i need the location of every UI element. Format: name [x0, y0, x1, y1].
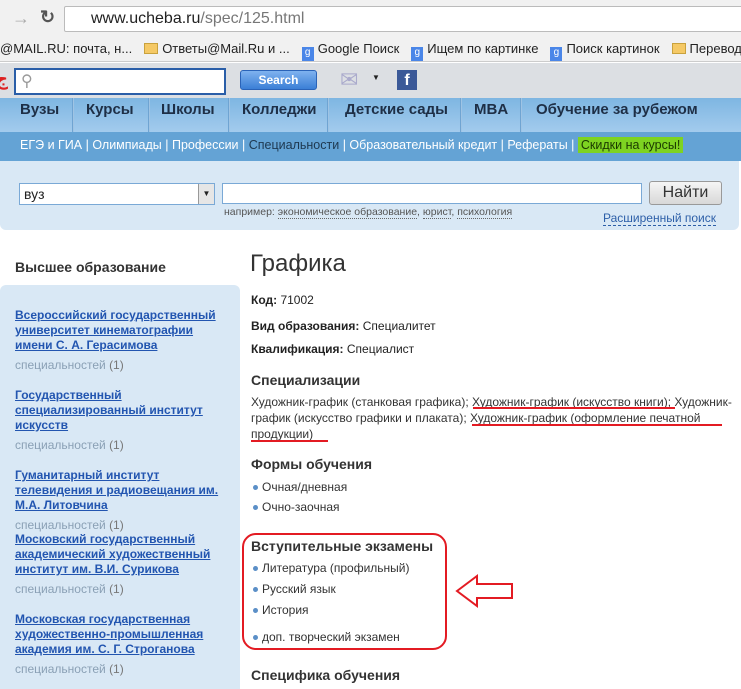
- bookmark-item[interactable]: @MAIL.RU: почта, н...: [0, 41, 132, 56]
- hint-link[interactable]: юрист: [422, 206, 452, 219]
- sidebar-item: Московский государственный академический…: [15, 532, 225, 596]
- toolbar-search-button[interactable]: Search: [240, 70, 317, 90]
- nav-divider: [327, 98, 329, 132]
- specialties-count[interactable]: специальностей (1): [15, 582, 225, 596]
- chevron-down-icon[interactable]: ▼: [372, 73, 380, 82]
- toolbar-search-input[interactable]: ⚲: [14, 68, 226, 95]
- sidebar-item: Московская государственная художественно…: [15, 612, 225, 676]
- specialties-count[interactable]: специальностей (1): [15, 358, 225, 372]
- list-item: Очная/дневная: [252, 480, 348, 494]
- page-title: Графика: [250, 250, 346, 277]
- list-item: Очно-заочная: [253, 500, 340, 514]
- annotation-underline: [473, 407, 675, 409]
- forms-heading: Формы обучения: [251, 456, 373, 472]
- sidebar-item: Всероссийский государственный университе…: [15, 308, 225, 372]
- reload-icon[interactable]: ↻: [40, 7, 55, 28]
- bookmark-item[interactable]: Перевод. Сло: [671, 41, 741, 56]
- field-education-type: Вид образования: Специалитет: [251, 319, 436, 333]
- specialties-count[interactable]: специальностей (1): [15, 662, 225, 676]
- nav-item[interactable]: Курсы: [86, 101, 134, 118]
- nav-item[interactable]: Обучение за рубежом: [536, 101, 698, 118]
- subnav-item[interactable]: Образовательный кредит: [349, 138, 497, 152]
- annotation-underline: [251, 440, 328, 442]
- google-icon: g: [550, 47, 563, 61]
- specialties-count[interactable]: специальностей (1): [15, 438, 225, 452]
- folder-icon: [144, 43, 159, 54]
- nav-divider: [460, 98, 462, 132]
- forward-icon[interactable]: →: [12, 8, 30, 29]
- type-select[interactable]: вуз ▼: [19, 183, 215, 205]
- nav-divider: [148, 98, 150, 132]
- institution-link[interactable]: Московская государственная художественно…: [15, 612, 225, 657]
- sidebar-item: Гуманитарный институт телевидения и ради…: [15, 468, 225, 532]
- subnav-item[interactable]: Олимпиады: [92, 138, 161, 152]
- advanced-search-link[interactable]: Расширенный поиск: [603, 211, 716, 226]
- bookmark-label: Ищем по картинке: [427, 41, 539, 56]
- annotation-underline: [472, 424, 722, 426]
- specialties-count[interactable]: специальностей (1): [15, 518, 225, 532]
- nav-item[interactable]: Детские сады: [345, 101, 448, 118]
- field-qualification: Квалификация: Специалист: [251, 342, 415, 356]
- specifics-heading: Специфика обучения: [251, 667, 401, 683]
- nav-divider: [72, 98, 74, 132]
- institution-link[interactable]: Всероссийский государственный университе…: [15, 308, 225, 353]
- sidebar-title: Высшее образование: [15, 259, 166, 275]
- search-query-input[interactable]: [222, 183, 642, 204]
- sidebar-item: Государственный специализированный инсти…: [15, 388, 225, 452]
- hint-link[interactable]: психология: [457, 206, 513, 219]
- nav-item[interactable]: Вузы: [20, 101, 59, 118]
- nav-item[interactable]: Школы: [161, 101, 215, 118]
- subnav-item[interactable]: Специальности: [249, 138, 339, 152]
- bookmark-item[interactable]: g Google Поиск: [301, 41, 400, 61]
- subnav-item[interactable]: Профессии: [172, 138, 239, 152]
- folder-icon: [671, 43, 686, 54]
- bookmark-label: Google Поиск: [317, 41, 400, 56]
- specializations-heading: Специализации: [251, 372, 361, 388]
- field-code: Код: 71002: [251, 293, 314, 307]
- annotation-oval: [242, 533, 447, 650]
- nav-divider: [520, 98, 522, 132]
- chevron-down-icon[interactable]: ▼: [198, 184, 214, 204]
- institution-link[interactable]: Государственный специализированный инсти…: [15, 388, 225, 433]
- hint-link[interactable]: экономическое образование: [277, 206, 418, 219]
- subnav-item[interactable]: Рефераты: [507, 138, 567, 152]
- bookmark-item[interactable]: Ответы@Mail.Ru и ...: [144, 41, 290, 56]
- subnav-item[interactable]: ЕГЭ и ГИА: [20, 138, 82, 152]
- browser-toolbar: → ↻ www.ucheba.ru/spec/125.html: [0, 0, 741, 36]
- google-icon: g: [411, 47, 424, 61]
- specializations-text: Художник-график (станковая графика); Худ…: [251, 395, 732, 441]
- find-button[interactable]: Найти: [649, 181, 722, 205]
- logo-icon: ج: [0, 69, 8, 89]
- annotation-arrow-icon: [455, 574, 513, 608]
- google-icon: g: [301, 47, 314, 61]
- search-icon: ⚲: [21, 73, 33, 90]
- address-bar[interactable]: www.ucheba.ru/spec/125.html: [64, 6, 741, 32]
- promo-link[interactable]: Скидки на курсы!: [577, 137, 684, 153]
- bookmark-item[interactable]: g Ищем по картинке: [411, 41, 538, 61]
- main-nav: Вузы Курсы Школы Колледжи Детские сады MBA Обу…: [0, 98, 741, 132]
- facebook-icon[interactable]: f: [397, 70, 417, 90]
- nav-divider: [228, 98, 230, 132]
- bookmarks-bar: @MAIL.RU: почта, н... Ответы@Mail.Ru и ..…: [0, 36, 741, 62]
- bookmark-label: @MAIL.RU: почта, н...: [0, 41, 133, 56]
- nav-item[interactable]: Колледжи: [242, 101, 317, 118]
- sidebar: Всероссийский государственный университе…: [0, 285, 240, 689]
- bookmark-label: Ответы@Mail.Ru и ...: [162, 41, 290, 56]
- bookmark-label: Поиск картинок: [566, 41, 660, 56]
- search-hint: например: экономическое образование, юри…: [224, 206, 513, 219]
- addon-toolbar: ج ⚲ ✉ ▼ f: [0, 63, 741, 98]
- mail-icon[interactable]: ✉: [340, 67, 358, 93]
- institution-link[interactable]: Гуманитарный институт телевидения и ради…: [15, 468, 225, 513]
- sub-nav: ЕГЭ и ГИА | Олимпиады | Профессии | Спец…: [0, 132, 741, 161]
- bookmark-label: Перевод. Сло: [689, 41, 741, 56]
- institution-link[interactable]: Московский государственный академический…: [15, 532, 225, 577]
- bookmark-item[interactable]: g Поиск картинок: [550, 41, 660, 61]
- nav-item[interactable]: MBA: [474, 101, 508, 118]
